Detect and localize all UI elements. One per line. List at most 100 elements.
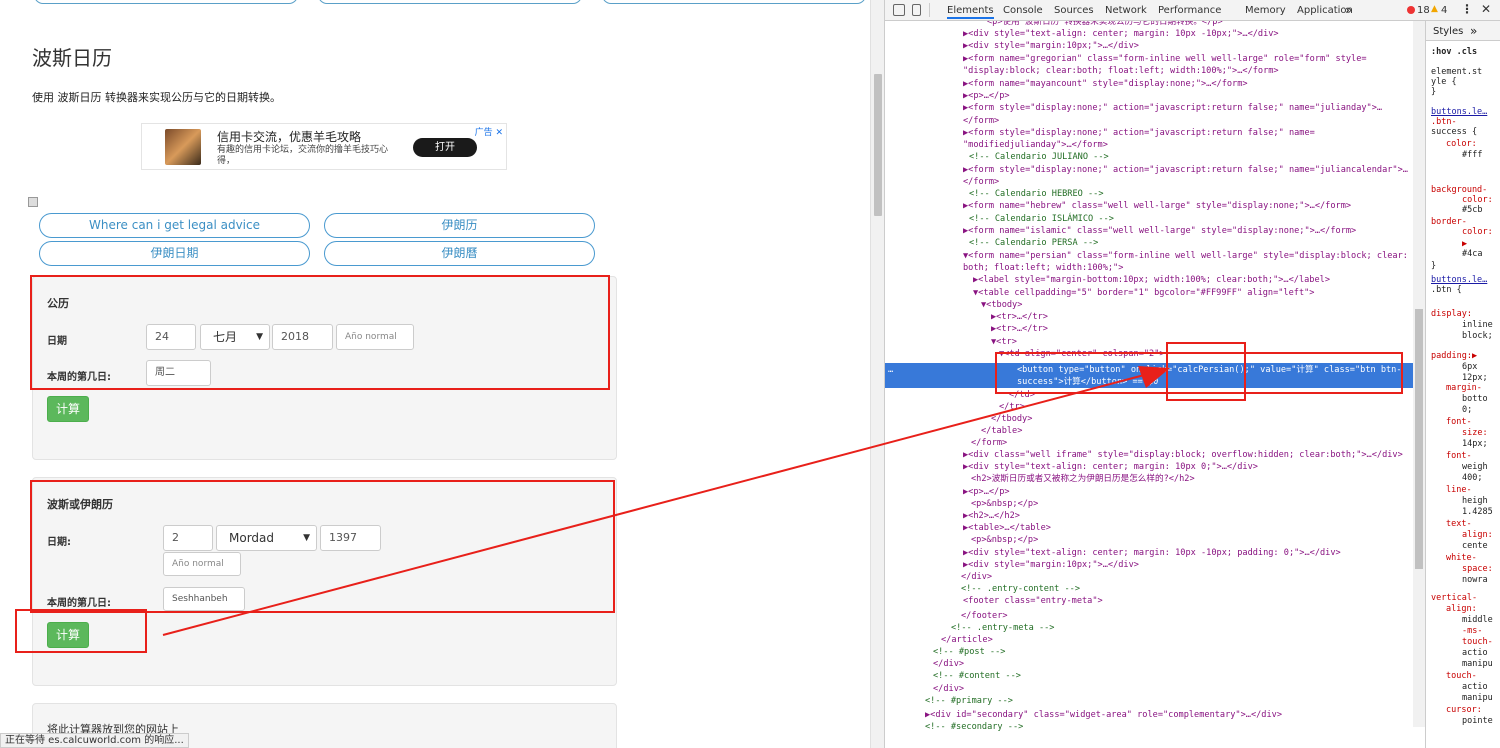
dom-node-line[interactable]: ▶<div style="margin:10px;">…</div> [963, 559, 1139, 571]
dom-node-line[interactable]: ▼<form name="persian" class="form-inline… [963, 250, 1408, 262]
link-iranian-calendar-trad[interactable]: 伊朗曆 [324, 241, 595, 266]
dom-node-line[interactable]: "modifiedjulianday">…</form> [963, 139, 1108, 151]
style-line[interactable]: manipu [1462, 659, 1493, 670]
error-icon[interactable] [1407, 6, 1415, 14]
dom-node-line[interactable]: ▶<table>…</table> [963, 522, 1051, 534]
page-scrollbar[interactable] [870, 0, 884, 748]
warning-count[interactable]: 4 [1441, 5, 1447, 16]
dom-node-line[interactable]: ▶<form name="gregorian" class="form-inli… [963, 53, 1367, 65]
dom-node-line[interactable]: <!-- .entry-meta --> [951, 622, 1054, 634]
gregorian-day-input[interactable]: 24 [146, 324, 196, 350]
persian-era-field[interactable]: Año normal [163, 552, 241, 576]
dom-node-line[interactable]: <!-- Calendario PERSA --> [969, 237, 1098, 249]
dom-node-line[interactable]: <button type="button" onclick="calcPersi… [1017, 364, 1402, 376]
style-line[interactable]: block; [1462, 331, 1493, 342]
styles-filter[interactable]: :hov .cls [1431, 47, 1477, 58]
styles-overflow-button[interactable]: » [1470, 24, 1477, 38]
style-line[interactable]: touch- [1446, 671, 1477, 682]
dom-node-line[interactable]: ▶<form name="mayancount" style="display:… [963, 78, 1248, 90]
dom-node-line[interactable]: ▶<div style="margin:10px;">…</div> [963, 40, 1139, 52]
dom-node-line[interactable]: <!-- Calendario ISLÁMICO --> [969, 213, 1114, 225]
dom-node-line[interactable]: ▶<label style="margin-bottom:10px; width… [973, 274, 1330, 286]
style-line[interactable]: inline [1462, 320, 1493, 331]
tab-styles[interactable]: Styles [1433, 26, 1463, 37]
dom-node-line[interactable]: <!-- #post --> [933, 646, 1005, 658]
style-line[interactable]: display: [1431, 309, 1472, 320]
dom-node-line[interactable]: <h2>波斯日历或者又被称之为伊朗日历是怎么样的?</h2> [971, 473, 1195, 485]
style-line[interactable]: heigh [1462, 496, 1488, 507]
elements-scrollbar[interactable] [1413, 21, 1425, 727]
style-line[interactable]: } [1431, 87, 1436, 98]
style-line[interactable]: margin- [1446, 383, 1482, 394]
style-line[interactable]: } [1431, 261, 1436, 272]
style-line[interactable]: pointe [1462, 716, 1493, 727]
dom-node-line[interactable]: ▶<h2>…</h2> [963, 510, 1020, 522]
style-line[interactable]: cente [1462, 541, 1488, 552]
dom-node-line[interactable]: success">计算</button> == $0 [1017, 376, 1158, 388]
link-iranian-date[interactable]: 伊朗日期 [39, 241, 310, 266]
style-line[interactable]: color: [1446, 139, 1477, 150]
style-line[interactable]: -ms- [1462, 626, 1482, 637]
dom-node-line[interactable]: <p>&nbsp;</p> [971, 498, 1038, 510]
style-line[interactable]: .btn { [1431, 285, 1462, 296]
dom-node-line[interactable]: "display:block; clear:both; float:left; … [963, 65, 1279, 77]
dom-node-line[interactable]: ▶<div style="text-align: center; margin:… [963, 461, 1258, 473]
elements-scrollbar-thumb[interactable] [1415, 309, 1423, 569]
top-link-pill[interactable] [318, 0, 582, 4]
dom-node-line[interactable]: ▶<form name="islamic" class="well well-l… [963, 225, 1356, 237]
page-scrollbar-thumb[interactable] [874, 74, 882, 216]
warning-icon[interactable]: ▲ [1431, 4, 1438, 14]
tab-network[interactable]: Network [1105, 5, 1147, 16]
dom-node-line[interactable]: </form> [963, 115, 999, 127]
dom-node-line[interactable]: </td> [1009, 389, 1035, 401]
style-line[interactable]: touch- [1462, 637, 1493, 648]
persian-weekday-field[interactable]: Seshhanbeh [163, 587, 245, 611]
style-line[interactable]: cursor: [1446, 705, 1482, 716]
tab-sources[interactable]: Sources [1054, 5, 1094, 16]
dom-node-line[interactable]: </tr> [999, 401, 1025, 413]
dom-node-line[interactable]: <p>&nbsp;</p> [971, 534, 1038, 546]
dom-node-line[interactable]: ▶<div style="text-align: center; margin:… [963, 28, 1279, 40]
style-line[interactable]: space: [1462, 564, 1493, 575]
style-line[interactable]: manipu [1462, 693, 1493, 704]
dom-node-line[interactable]: both; float:left; width:100%;"> [963, 262, 1123, 274]
dom-node-line[interactable]: ▼<td align="center" colspan="2"> [999, 348, 1165, 360]
style-line[interactable]: align: [1462, 530, 1493, 541]
dom-node-line[interactable]: <!-- #primary --> [925, 695, 1013, 707]
ad-banner[interactable]: 信用卡交流，优惠羊毛攻略 有趣的信用卡论坛，交流你的撸羊毛技巧心得， 打开 广告… [141, 123, 507, 170]
dom-node-line[interactable]: </table> [981, 425, 1022, 437]
style-line[interactable]: 6px [1462, 362, 1477, 373]
dom-node-line[interactable]: <footer class="entry-meta"> [963, 595, 1103, 607]
style-line[interactable]: actio [1462, 648, 1488, 659]
elements-tree[interactable]: <p>使用 波斯日历 转换器来实现公历与它的日期转换。</p> ▶<div sty… [885, 21, 1425, 748]
ad-label[interactable]: 广告 ✕ [475, 125, 503, 138]
dom-node-line[interactable]: ▼<table cellpadding="5" border="1" bgcol… [973, 287, 1314, 299]
dom-node-line[interactable]: ▶<form style="display:none;" action="jav… [963, 127, 1315, 139]
error-count[interactable]: 18 [1417, 5, 1430, 16]
style-line[interactable]: padding:▶ [1431, 351, 1477, 362]
selected-node-ellipsis-icon[interactable]: … [888, 364, 893, 376]
gregorian-weekday-field[interactable]: 周二 [146, 360, 211, 386]
style-line[interactable]: #4ca [1462, 249, 1482, 260]
style-line[interactable]: nowra [1462, 575, 1488, 586]
dom-node-line[interactable]: ▶<form name="hebrew" class="well well-la… [963, 200, 1351, 212]
dom-node-line[interactable]: </div> [933, 683, 964, 695]
dom-node-line[interactable]: </tbody> [991, 413, 1032, 425]
tab-console[interactable]: Console [1003, 5, 1043, 16]
style-line[interactable]: line- [1446, 485, 1472, 496]
dom-node-line[interactable]: ▶<p>…</p> [963, 486, 1010, 498]
dom-node-line[interactable]: </form> [971, 437, 1007, 449]
dom-node-line[interactable]: <!-- Calendario HEBREO --> [969, 188, 1104, 200]
dom-node-line[interactable]: <p>使用 波斯日历 转换器来实现公历与它的日期转换。</p> [987, 21, 1223, 28]
style-line[interactable]: #fff [1462, 150, 1482, 161]
dom-node-line[interactable]: <!-- #secondary --> [925, 721, 1023, 733]
inspect-icon[interactable] [893, 4, 905, 16]
dom-node-line[interactable]: ▶<div class="well iframe" style="display… [963, 449, 1403, 461]
top-link-pill[interactable] [602, 0, 866, 4]
dom-node-line[interactable]: <!-- .entry-content --> [961, 583, 1080, 595]
dom-node-line[interactable]: </footer> [961, 610, 1008, 622]
style-line[interactable]: font- [1446, 451, 1472, 462]
style-line[interactable]: success { [1431, 127, 1477, 138]
tab-performance[interactable]: Performance [1158, 5, 1221, 16]
style-line[interactable]: 1.4285 [1462, 507, 1493, 518]
